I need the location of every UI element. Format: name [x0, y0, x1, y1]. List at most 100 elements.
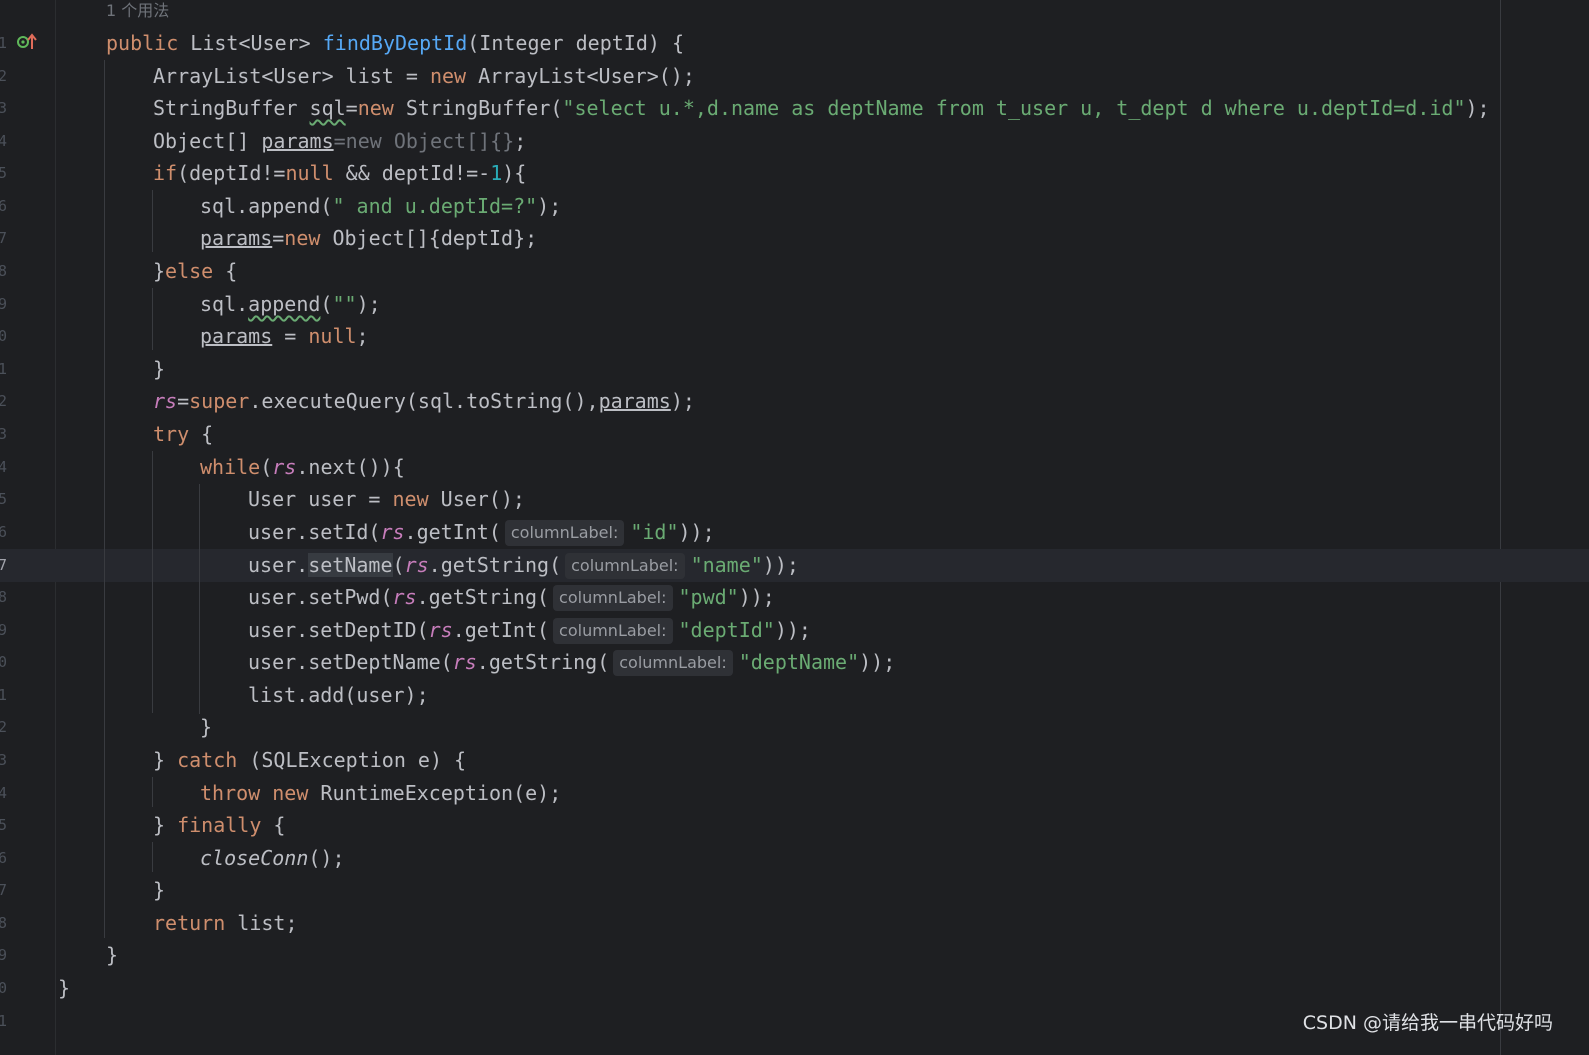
line-number[interactable]: 7 [0, 874, 12, 907]
code-editor[interactable]: 1 个用法 1 2 3 4 5 6 7 8 9 0 1 2 3 4 5 6 7 8 9 0 1 2 3 4 5 6 7 8 9 0 1 pub… [0, 0, 1589, 1055]
line-number[interactable]: 4 [0, 451, 12, 484]
code-token: (Integer deptId) { [467, 31, 684, 55]
code-token: rs [404, 553, 429, 577]
code-token: List<User> [178, 31, 323, 55]
code-line[interactable]: User user = new User(); [248, 483, 525, 516]
line-number[interactable]: 3 [0, 744, 12, 777]
code-line[interactable]: user.setPwd(rs.getString(columnLabel: "pw… [248, 581, 775, 614]
code-line[interactable]: } finally { [153, 809, 285, 842]
code-token: = [333, 129, 346, 153]
code-line[interactable]: params=new Object[]{deptId}; [200, 222, 537, 255]
code-line[interactable]: while(rs.next()){ [200, 451, 405, 484]
code-token: new [429, 64, 467, 88]
code-line[interactable]: rs=super.executeQuery(sql.toString(),par… [153, 385, 695, 418]
line-number[interactable]: 4 [0, 125, 12, 158]
line-number-row: 1 [0, 679, 1589, 712]
line-number[interactable]: 9 [0, 288, 12, 321]
code-line[interactable]: return list; [153, 907, 298, 940]
line-number[interactable]: 1 [0, 1005, 12, 1038]
line-number[interactable]: 0 [0, 320, 12, 353]
code-token: .getString( [476, 650, 610, 674]
line-number[interactable]: 3 [0, 418, 12, 451]
code-line[interactable]: if(deptId!=null && deptId!=-1){ [153, 157, 526, 190]
code-token: if [153, 161, 178, 185]
code-token: (deptId!= [177, 161, 286, 185]
line-number[interactable]: 3 [0, 92, 12, 125]
code-token: list; [225, 911, 298, 935]
usages-inlay-hint[interactable]: 1 个用法 [106, 0, 169, 26]
code-token: = [272, 324, 309, 348]
code-line[interactable]: Object[] params=new Object[]{}; [153, 125, 526, 158]
code-line[interactable]: try { [153, 418, 213, 451]
line-number[interactable]: 8 [0, 255, 12, 288]
code-line[interactable]: closeConn(); [200, 842, 345, 875]
line-number[interactable]: 1 [0, 27, 12, 60]
line-number[interactable]: 5 [0, 809, 12, 842]
parameter-name-hint: columnLabel: [553, 585, 673, 611]
line-number[interactable]: 0 [0, 972, 12, 1005]
line-number[interactable]: 6 [0, 842, 12, 875]
line-number-row: 6 [0, 516, 1589, 549]
code-token: "pwd" [678, 585, 739, 609]
code-line[interactable]: } catch (SQLException e) { [153, 744, 466, 777]
code-token: rs [272, 455, 297, 479]
code-line[interactable]: }else { [153, 255, 237, 288]
code-token: new [272, 781, 309, 805]
code-token: ); [537, 194, 562, 218]
line-number-row: 2 [0, 711, 1589, 744]
line-number[interactable]: 5 [0, 483, 12, 516]
line-number[interactable]: 6 [0, 190, 12, 223]
code-token: 1 [490, 161, 503, 185]
code-token: Object[]{deptId}; [320, 226, 538, 250]
code-line[interactable]: public List<User> findByDeptId(Integer d… [106, 27, 684, 60]
code-token: )); [762, 553, 799, 577]
line-number[interactable]: 2 [0, 60, 12, 93]
code-line[interactable]: sql.append(" and u.deptId=?"); [200, 190, 561, 223]
code-line[interactable]: throw new RuntimeException(e); [200, 777, 561, 810]
code-line[interactable]: user.setId(rs.getInt(columnLabel: "id")); [248, 516, 715, 549]
line-number[interactable]: 7 [0, 549, 12, 582]
code-token: Object[] [153, 129, 262, 153]
code-line[interactable]: } [153, 874, 165, 907]
line-number[interactable]: 9 [0, 939, 12, 972]
code-token: user.setDeptID( [248, 618, 429, 642]
code-token: ; [356, 324, 369, 348]
line-number[interactable]: 4 [0, 777, 12, 810]
code-token: StringBuffer [153, 96, 310, 120]
code-token: " and u.deptId=?" [332, 194, 538, 218]
line-number[interactable]: 5 [0, 157, 12, 190]
line-number[interactable]: 6 [0, 516, 12, 549]
code-token: ( [392, 553, 405, 577]
code-line[interactable]: params = null; [200, 320, 369, 353]
code-token: sql.append( [200, 194, 333, 218]
line-number[interactable]: 7 [0, 222, 12, 255]
code-token: user. [248, 553, 309, 577]
code-token: "deptId" [678, 618, 775, 642]
code-token: = [345, 96, 358, 120]
code-line[interactable]: } [200, 711, 212, 744]
code-token: append [248, 292, 321, 316]
code-line[interactable]: sql.append(""); [200, 288, 381, 321]
line-number[interactable]: 2 [0, 385, 12, 418]
code-line[interactable]: user.setDeptName(rs.getString(columnLabe… [248, 646, 895, 679]
code-line[interactable]: user.setDeptID(rs.getInt(columnLabel: "de… [248, 614, 811, 647]
line-number[interactable]: 1 [0, 679, 12, 712]
line-number[interactable]: 9 [0, 614, 12, 647]
code-line[interactable]: StringBuffer sql=new StringBuffer("selec… [153, 92, 1490, 125]
line-number[interactable]: 8 [0, 907, 12, 940]
line-number[interactable]: 8 [0, 581, 12, 614]
code-line[interactable]: } [106, 939, 118, 972]
code-line[interactable]: user.setName(rs.getString(columnLabel: "n… [248, 549, 799, 582]
line-number[interactable]: 1 [0, 353, 12, 386]
line-number[interactable]: 2 [0, 711, 12, 744]
code-token: return [153, 911, 226, 935]
line-number[interactable]: 0 [0, 646, 12, 679]
line-number-row: 8 [0, 255, 1589, 288]
code-line[interactable]: } [58, 972, 70, 1005]
code-line[interactable]: } [153, 353, 165, 386]
code-token: ); [1465, 96, 1490, 120]
code-token: params [261, 129, 334, 153]
code-line[interactable]: list.add(user); [248, 679, 429, 712]
code-line[interactable]: ArrayList<User> list = new ArrayList<Use… [153, 60, 695, 93]
code-token: super [189, 389, 250, 413]
